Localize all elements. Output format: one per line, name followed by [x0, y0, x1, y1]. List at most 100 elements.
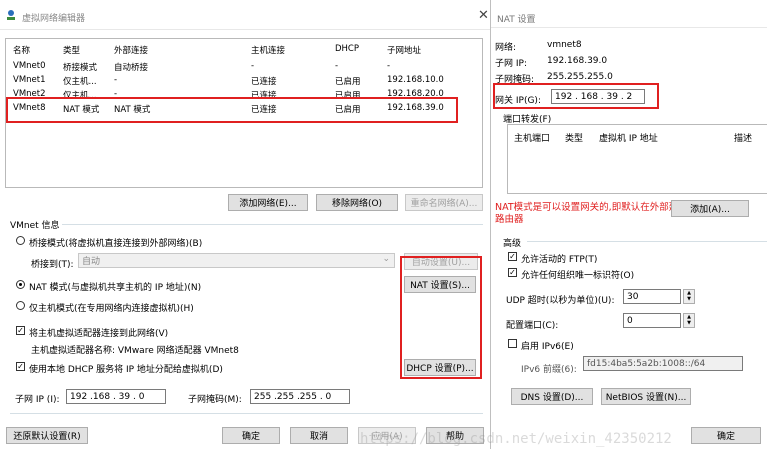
- network-label: 网络:: [495, 43, 517, 53]
- cell-name: VMnet8: [13, 103, 46, 113]
- dhcp-settings-button[interactable]: DHCP 设置(P)...: [404, 359, 476, 376]
- close-icon[interactable]: ✕: [478, 8, 489, 23]
- cancel-button[interactable]: 取消: [290, 427, 348, 444]
- cell-type: NAT 模式: [63, 105, 100, 115]
- app-icon: [5, 9, 17, 21]
- nat-settings-button[interactable]: NAT 设置(S)...: [404, 276, 476, 293]
- nat-subnet-ip-value: 192.168.39.0: [547, 56, 608, 66]
- table-row[interactable]: VMnet0 桥接模式 自动桥接 - - -: [13, 61, 468, 73]
- cell-dhcp: 已启用: [335, 105, 361, 115]
- allow-ftp-label[interactable]: 允许活动的 FTP(T): [521, 252, 597, 265]
- cell-type: 仅主机...: [63, 91, 97, 101]
- auto-settings-button[interactable]: 自动设置(U)...: [404, 253, 478, 270]
- ok-button[interactable]: 确定: [222, 427, 280, 444]
- cell-external: -: [114, 75, 118, 85]
- config-port-label: 配置端口(C):: [506, 321, 559, 331]
- nat-ok-button[interactable]: 确定: [691, 427, 761, 444]
- dns-settings-button[interactable]: DNS 设置(D)...: [511, 388, 593, 405]
- window-title: 虚拟网络编辑器: [22, 14, 86, 24]
- udp-timeout-spinner[interactable]: ▲ ▼: [683, 289, 695, 304]
- enable-ipv6-label[interactable]: 启用 IPv6(E): [521, 339, 574, 352]
- cell-name: VMnet1: [13, 75, 46, 85]
- udp-timeout-input[interactable]: 30: [623, 289, 681, 304]
- remove-network-button[interactable]: 移除网络(O): [316, 194, 398, 211]
- annotation-text: NAT模式是可以设置网关的,即默认在外部建的: [495, 202, 688, 213]
- pf-column-header[interactable]: 虚拟机 IP 地址: [599, 131, 658, 144]
- cell-host: 已连接: [251, 105, 277, 115]
- config-port-spinner[interactable]: ▲ ▼: [683, 313, 695, 328]
- bridge-mode-label[interactable]: 桥接模式(将虚拟机直接连接到外部网络)(B): [29, 236, 202, 249]
- allow-oui-label[interactable]: 允许任何组织唯一标识符(O): [521, 268, 634, 281]
- cell-dhcp: 已启用: [335, 77, 361, 87]
- table-row[interactable]: VMnet8 NAT 模式 NAT 模式 已连接 已启用 192.168.39.…: [13, 103, 468, 115]
- watermark: https://blog.csdn.net/weixin_42350212: [360, 431, 672, 447]
- column-header[interactable]: 主机连接: [251, 44, 285, 56]
- cell-type: 仅主机...: [63, 77, 97, 87]
- allow-ftp-checkbox[interactable]: ✓: [508, 252, 517, 261]
- add-port-button[interactable]: 添加(A)...: [671, 200, 749, 217]
- subnet-ip-input[interactable]: 192 .168 . 39 . 0: [66, 389, 166, 404]
- port-forward-list[interactable]: 主机端口 类型 虚拟机 IP 地址 描述: [507, 124, 767, 194]
- gateway-label: 网关 IP(G):: [495, 96, 541, 106]
- use-dhcp-label[interactable]: 使用本地 DHCP 服务将 IP 地址分配给虚拟机(D): [29, 362, 223, 375]
- network-value: vmnet8: [547, 40, 582, 50]
- group-divider: [62, 224, 483, 225]
- cell-dhcp: -: [335, 61, 339, 71]
- ipv6-prefix-input[interactable]: fd15:4ba5:5a2b:1008::/64: [583, 356, 743, 371]
- host-only-label[interactable]: 仅主机模式(在专用网络内连接虚拟机)(H): [29, 301, 194, 314]
- restore-defaults-button[interactable]: 还原默认设置(R): [6, 427, 88, 444]
- chevron-down-icon: ⌄: [382, 254, 390, 264]
- column-header[interactable]: 外部连接: [114, 44, 148, 56]
- table-row[interactable]: VMnet1 仅主机... - 已连接 已启用 192.168.10.0: [13, 75, 468, 87]
- cell-external: NAT 模式: [114, 105, 151, 115]
- column-header[interactable]: 子网地址: [387, 44, 421, 56]
- bridge-to-select[interactable]: 自动 ⌄: [78, 253, 395, 268]
- pf-column-header[interactable]: 类型: [565, 131, 583, 144]
- table-row[interactable]: VMnet2 仅主机... - 已连接 已启用 192.168.20.0: [13, 89, 468, 101]
- pf-column-header[interactable]: 主机端口: [514, 131, 550, 144]
- host-only-radio[interactable]: [16, 301, 25, 310]
- cell-external: 自动桥接: [114, 63, 149, 73]
- nat-subnet-mask-value: 255.255.255.0: [547, 72, 613, 82]
- pf-column-header[interactable]: 描述: [734, 131, 752, 144]
- netbios-settings-button[interactable]: NetBIOS 设置(N)...: [601, 388, 691, 405]
- cell-external: -: [114, 89, 118, 99]
- vmnet-info-label: VMnet 信息: [10, 221, 60, 231]
- subnet-mask-input[interactable]: 255 .255 .255 . 0: [250, 389, 350, 404]
- advanced-label: 高级: [503, 239, 522, 249]
- nat-mode-label[interactable]: NAT 模式(与虚拟机共享主机的 IP 地址)(N): [29, 280, 201, 293]
- cell-subnet: 192.168.20.0: [387, 89, 444, 99]
- nat-subnet-mask-label: 子网掩码:: [495, 75, 535, 85]
- use-dhcp-checkbox[interactable]: ✓: [16, 362, 25, 371]
- cell-host: 已连接: [251, 77, 277, 87]
- list-header: 名称 类型 外部连接 主机连接 DHCP 子网地址: [13, 44, 468, 56]
- column-header[interactable]: 类型: [63, 44, 80, 56]
- bridge-to-value: 自动: [82, 257, 101, 267]
- add-network-button[interactable]: 添加网络(E)...: [228, 194, 308, 211]
- bridge-mode-radio[interactable]: [16, 236, 25, 245]
- rename-network-button[interactable]: 重命名网络(A)...: [405, 194, 483, 211]
- nat-mode-radio[interactable]: [16, 280, 25, 289]
- network-list[interactable]: 名称 类型 外部连接 主机连接 DHCP 子网地址 VMnet0 桥接模式 自动…: [5, 38, 483, 188]
- cell-subnet: -: [387, 61, 391, 71]
- config-port-input[interactable]: 0: [623, 313, 681, 328]
- column-header[interactable]: 名称: [13, 44, 30, 56]
- nat-window-title: NAT 设置: [497, 15, 536, 25]
- column-header[interactable]: DHCP: [335, 44, 359, 54]
- advanced-divider: [527, 241, 767, 242]
- cell-dhcp: 已启用: [335, 91, 361, 101]
- cell-name: VMnet2: [13, 89, 46, 99]
- gateway-ip-input[interactable]: 192 . 168 . 39 . 2: [551, 89, 645, 104]
- ipv6-prefix-label: IPv6 前缀(6):: [521, 365, 577, 375]
- connect-adapter-checkbox[interactable]: ✓: [16, 326, 25, 335]
- nat-settings-dialog: NAT 设置 网络: vmnet8 子网 IP: 192.168.39.0 子网…: [490, 0, 767, 449]
- enable-ipv6-checkbox[interactable]: [508, 339, 517, 348]
- connect-adapter-label[interactable]: 将主机虚拟适配器连接到此网络(V): [29, 326, 168, 339]
- group-bottom-divider: [10, 413, 483, 414]
- cell-host: -: [251, 61, 255, 71]
- adapter-name-text: 主机虚拟适配器名称: VMware 网络适配器 VMnet8: [31, 346, 239, 356]
- udp-timeout-label: UDP 超时(以秒为单位)(U):: [506, 296, 615, 306]
- nat-title-bar: NAT 设置: [491, 0, 767, 28]
- allow-oui-checkbox[interactable]: ✓: [508, 268, 517, 277]
- nat-subnet-ip-label: 子网 IP:: [495, 59, 527, 69]
